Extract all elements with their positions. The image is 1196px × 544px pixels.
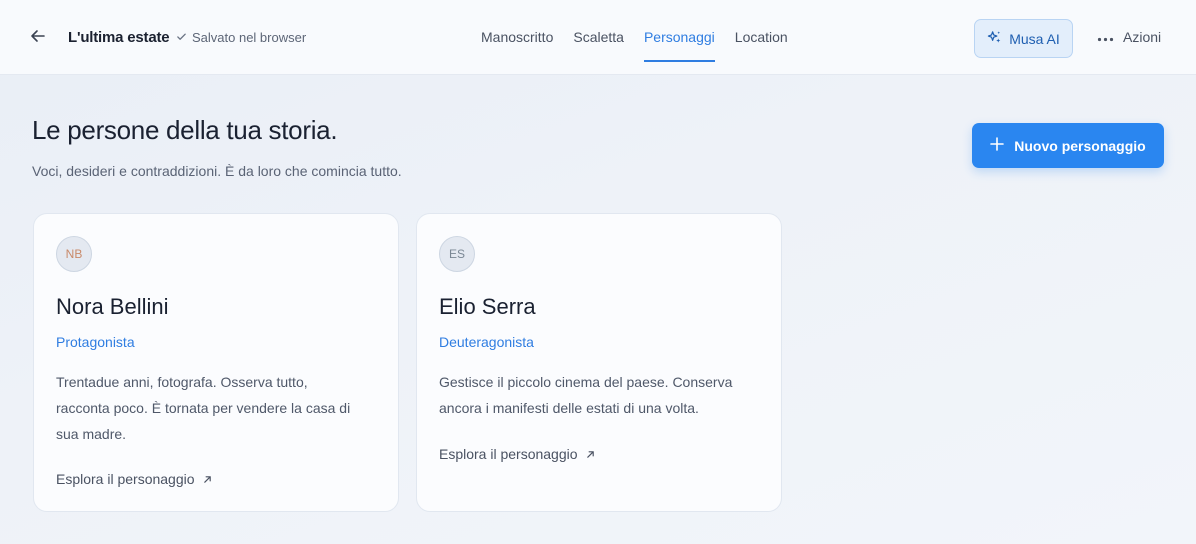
character-name: Nora Bellini [56,294,169,319]
tab-manoscritto[interactable]: Manoscritto [481,0,553,75]
character-role: Deuteragonista [439,334,534,350]
back-button[interactable] [28,28,48,48]
top-bar: L'ultima estate Salvato nel browser Mano… [0,0,1196,75]
avatar-initials: ES [448,247,465,261]
arrow-up-right-icon [586,446,595,462]
plus-icon [990,137,1005,154]
project-title: L'ultima estate [68,29,170,46]
description-line: ancora i manifesti delle estati di una v… [439,400,699,416]
character-name: Elio Serra [439,294,536,319]
explore-character-link[interactable]: Esplora il personaggio [439,446,595,462]
check-icon [176,30,187,45]
character-role: Protagonista [56,334,135,350]
page-subtitle: Voci, desideri e contraddizioni. È da lo… [32,163,402,179]
page-title: Le persone della tua storia. [32,115,338,145]
save-status-label: Salvato nel browser [192,30,307,45]
avatar: ES [439,236,475,272]
main-nav: Manoscritto Scaletta Personaggi Location [481,0,788,75]
save-status: Salvato nel browser [176,30,306,45]
tab-scaletta[interactable]: Scaletta [573,0,624,75]
new-character-button[interactable]: Nuovo personaggio [972,123,1164,168]
description-line: Gestisce il piccolo cinema del paese. Co… [439,374,733,390]
more-horizontal-icon [1097,29,1114,45]
description-line: sua madre. [56,426,127,442]
description-line: Trentadue anni, fotografa. Osserva tutto… [56,374,308,390]
explore-label: Esplora il personaggio [56,471,195,487]
arrow-up-right-icon [203,471,212,487]
muse-ai-label: Musa AI [1009,30,1060,47]
muse-ai-button[interactable]: Musa AI [974,19,1073,58]
arrow-left-icon [30,28,46,49]
tab-location[interactable]: Location [735,0,788,75]
avatar-initials: NB [65,247,83,261]
sparkles-icon [987,30,1002,48]
description-line: racconta poco. È tornata per vendere la … [56,400,351,416]
character-description: Gestisce il piccolo cinema del paese. Co… [439,369,759,421]
character-card[interactable]: ES Elio Serra Deuteragonista Gestisce il… [416,213,782,512]
character-card[interactable]: NB Nora Bellini Protagonista Trentadue a… [33,213,399,512]
new-character-label: Nuovo personaggio [1014,137,1146,154]
explore-label: Esplora il personaggio [439,446,578,462]
actions-label: Azioni [1123,29,1162,45]
explore-character-link[interactable]: Esplora il personaggio [56,471,212,487]
avatar: NB [56,236,92,272]
tab-personaggi[interactable]: Personaggi [643,0,715,75]
actions-button[interactable]: Azioni [1097,29,1161,45]
character-description: Trentadue anni, fotografa. Osserva tutto… [56,369,376,447]
